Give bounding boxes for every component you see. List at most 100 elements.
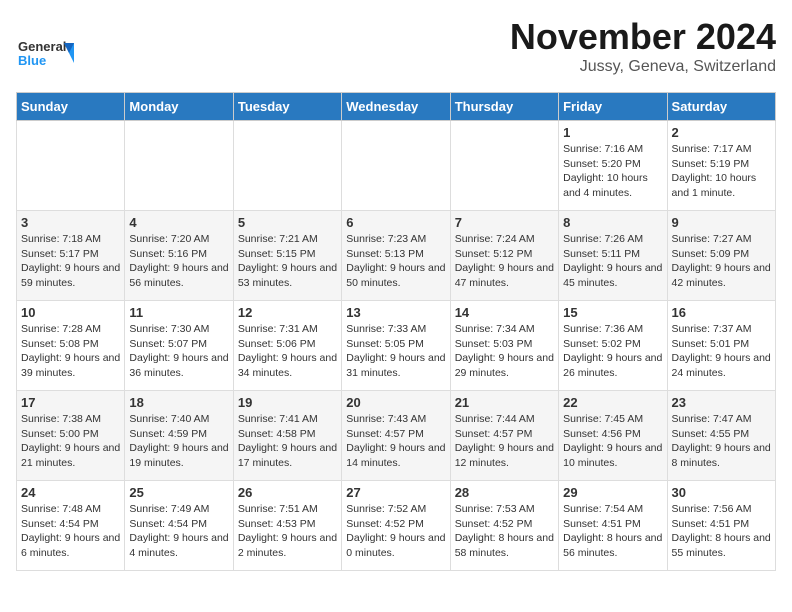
cell-info: Sunrise: 7:40 AM Sunset: 4:59 PM Dayligh… — [129, 412, 228, 471]
cell-info: Sunrise: 7:47 AM Sunset: 4:55 PM Dayligh… — [672, 412, 771, 471]
cell-info: Sunrise: 7:30 AM Sunset: 5:07 PM Dayligh… — [129, 322, 228, 381]
logo-icon: General Blue — [16, 35, 76, 75]
day-number: 17 — [21, 395, 120, 410]
calendar-cell: 17 Sunrise: 7:38 AM Sunset: 5:00 PM Dayli… — [17, 391, 125, 481]
title-section: November 2024 Jussy, Geneva, Switzerland — [510, 16, 776, 76]
day-number: 23 — [672, 395, 771, 410]
day-number: 10 — [21, 305, 120, 320]
day-number: 18 — [129, 395, 228, 410]
day-number: 25 — [129, 485, 228, 500]
calendar-cell — [17, 121, 125, 211]
day-number: 8 — [563, 215, 662, 230]
calendar-cell: 13 Sunrise: 7:33 AM Sunset: 5:05 PM Dayli… — [342, 301, 450, 391]
day-number: 24 — [21, 485, 120, 500]
column-header-sunday: Sunday — [17, 93, 125, 121]
column-header-friday: Friday — [559, 93, 667, 121]
day-number: 21 — [455, 395, 554, 410]
svg-text:General: General — [18, 39, 66, 54]
cell-info: Sunrise: 7:34 AM Sunset: 5:03 PM Dayligh… — [455, 322, 554, 381]
calendar-cell: 15 Sunrise: 7:36 AM Sunset: 5:02 PM Dayli… — [559, 301, 667, 391]
day-number: 15 — [563, 305, 662, 320]
column-header-monday: Monday — [125, 93, 233, 121]
calendar-cell: 28 Sunrise: 7:53 AM Sunset: 4:52 PM Dayli… — [450, 481, 558, 571]
calendar-cell: 3 Sunrise: 7:18 AM Sunset: 5:17 PM Daylig… — [17, 211, 125, 301]
day-number: 9 — [672, 215, 771, 230]
day-number: 30 — [672, 485, 771, 500]
cell-info: Sunrise: 7:41 AM Sunset: 4:58 PM Dayligh… — [238, 412, 337, 471]
calendar-cell: 22 Sunrise: 7:45 AM Sunset: 4:56 PM Dayli… — [559, 391, 667, 481]
month-title: November 2024 — [510, 16, 776, 58]
calendar-cell: 30 Sunrise: 7:56 AM Sunset: 4:51 PM Dayli… — [667, 481, 775, 571]
cell-info: Sunrise: 7:24 AM Sunset: 5:12 PM Dayligh… — [455, 232, 554, 291]
calendar-cell: 2 Sunrise: 7:17 AM Sunset: 5:19 PM Daylig… — [667, 121, 775, 211]
day-number: 19 — [238, 395, 337, 410]
cell-info: Sunrise: 7:18 AM Sunset: 5:17 PM Dayligh… — [21, 232, 120, 291]
cell-info: Sunrise: 7:21 AM Sunset: 5:15 PM Dayligh… — [238, 232, 337, 291]
calendar-cell — [233, 121, 341, 211]
calendar-cell: 23 Sunrise: 7:47 AM Sunset: 4:55 PM Dayli… — [667, 391, 775, 481]
calendar-cell: 21 Sunrise: 7:44 AM Sunset: 4:57 PM Dayli… — [450, 391, 558, 481]
cell-info: Sunrise: 7:31 AM Sunset: 5:06 PM Dayligh… — [238, 322, 337, 381]
calendar-cell: 16 Sunrise: 7:37 AM Sunset: 5:01 PM Dayli… — [667, 301, 775, 391]
calendar-cell: 29 Sunrise: 7:54 AM Sunset: 4:51 PM Dayli… — [559, 481, 667, 571]
column-header-tuesday: Tuesday — [233, 93, 341, 121]
cell-info: Sunrise: 7:16 AM Sunset: 5:20 PM Dayligh… — [563, 142, 662, 201]
svg-text:Blue: Blue — [18, 53, 46, 68]
cell-info: Sunrise: 7:53 AM Sunset: 4:52 PM Dayligh… — [455, 502, 554, 561]
day-number: 29 — [563, 485, 662, 500]
day-number: 3 — [21, 215, 120, 230]
cell-info: Sunrise: 7:48 AM Sunset: 4:54 PM Dayligh… — [21, 502, 120, 561]
cell-info: Sunrise: 7:27 AM Sunset: 5:09 PM Dayligh… — [672, 232, 771, 291]
day-number: 4 — [129, 215, 228, 230]
calendar-cell: 14Sunrise: 7:34 AM Sunset: 5:03 PM Dayli… — [450, 301, 558, 391]
cell-info: Sunrise: 7:37 AM Sunset: 5:01 PM Dayligh… — [672, 322, 771, 381]
calendar-cell: 27 Sunrise: 7:52 AM Sunset: 4:52 PM Dayli… — [342, 481, 450, 571]
cell-info: Sunrise: 7:49 AM Sunset: 4:54 PM Dayligh… — [129, 502, 228, 561]
day-number: 6 — [346, 215, 445, 230]
cell-info: Sunrise: 7:45 AM Sunset: 4:56 PM Dayligh… — [563, 412, 662, 471]
calendar-cell: 20 Sunrise: 7:43 AM Sunset: 4:57 PM Dayli… — [342, 391, 450, 481]
cell-info: Sunrise: 7:51 AM Sunset: 4:53 PM Dayligh… — [238, 502, 337, 561]
location-subtitle: Jussy, Geneva, Switzerland — [510, 58, 776, 76]
calendar-cell: 12Sunrise: 7:31 AM Sunset: 5:06 PM Dayli… — [233, 301, 341, 391]
day-number: 1 — [563, 125, 662, 140]
day-number: 16 — [672, 305, 771, 320]
calendar-cell: 4 Sunrise: 7:20 AM Sunset: 5:16 PM Daylig… — [125, 211, 233, 301]
cell-info: Sunrise: 7:17 AM Sunset: 5:19 PM Dayligh… — [672, 142, 771, 201]
column-header-thursday: Thursday — [450, 93, 558, 121]
calendar-cell: 6 Sunrise: 7:23 AM Sunset: 5:13 PM Daylig… — [342, 211, 450, 301]
day-number: 27 — [346, 485, 445, 500]
calendar-cell — [450, 121, 558, 211]
calendar-cell: 10Sunrise: 7:28 AM Sunset: 5:08 PM Dayli… — [17, 301, 125, 391]
calendar-cell: 11 Sunrise: 7:30 AM Sunset: 5:07 PM Dayli… — [125, 301, 233, 391]
day-number: 20 — [346, 395, 445, 410]
column-header-saturday: Saturday — [667, 93, 775, 121]
day-number: 2 — [672, 125, 771, 140]
day-number: 11 — [129, 305, 228, 320]
calendar-cell: 9 Sunrise: 7:27 AM Sunset: 5:09 PM Daylig… — [667, 211, 775, 301]
cell-info: Sunrise: 7:44 AM Sunset: 4:57 PM Dayligh… — [455, 412, 554, 471]
cell-info: Sunrise: 7:23 AM Sunset: 5:13 PM Dayligh… — [346, 232, 445, 291]
day-number: 22 — [563, 395, 662, 410]
cell-info: Sunrise: 7:38 AM Sunset: 5:00 PM Dayligh… — [21, 412, 120, 471]
day-number: 7 — [455, 215, 554, 230]
cell-info: Sunrise: 7:54 AM Sunset: 4:51 PM Dayligh… — [563, 502, 662, 561]
calendar-cell: 18 Sunrise: 7:40 AM Sunset: 4:59 PM Dayli… — [125, 391, 233, 481]
cell-info: Sunrise: 7:26 AM Sunset: 5:11 PM Dayligh… — [563, 232, 662, 291]
cell-info: Sunrise: 7:52 AM Sunset: 4:52 PM Dayligh… — [346, 502, 445, 561]
logo: General Blue — [16, 35, 76, 80]
day-number: 13 — [346, 305, 445, 320]
day-number: 28 — [455, 485, 554, 500]
day-number: 26 — [238, 485, 337, 500]
calendar-cell — [125, 121, 233, 211]
calendar-cell: 5Sunrise: 7:21 AM Sunset: 5:15 PM Daylig… — [233, 211, 341, 301]
cell-info: Sunrise: 7:33 AM Sunset: 5:05 PM Dayligh… — [346, 322, 445, 381]
cell-info: Sunrise: 7:36 AM Sunset: 5:02 PM Dayligh… — [563, 322, 662, 381]
calendar-cell: 25 Sunrise: 7:49 AM Sunset: 4:54 PM Dayli… — [125, 481, 233, 571]
cell-info: Sunrise: 7:20 AM Sunset: 5:16 PM Dayligh… — [129, 232, 228, 291]
cell-info: Sunrise: 7:43 AM Sunset: 4:57 PM Dayligh… — [346, 412, 445, 471]
calendar-cell: 26 Sunrise: 7:51 AM Sunset: 4:53 PM Dayli… — [233, 481, 341, 571]
calendar-cell: 24 Sunrise: 7:48 AM Sunset: 4:54 PM Dayli… — [17, 481, 125, 571]
cell-info: Sunrise: 7:56 AM Sunset: 4:51 PM Dayligh… — [672, 502, 771, 561]
calendar-cell: 8 Sunrise: 7:26 AM Sunset: 5:11 PM Daylig… — [559, 211, 667, 301]
